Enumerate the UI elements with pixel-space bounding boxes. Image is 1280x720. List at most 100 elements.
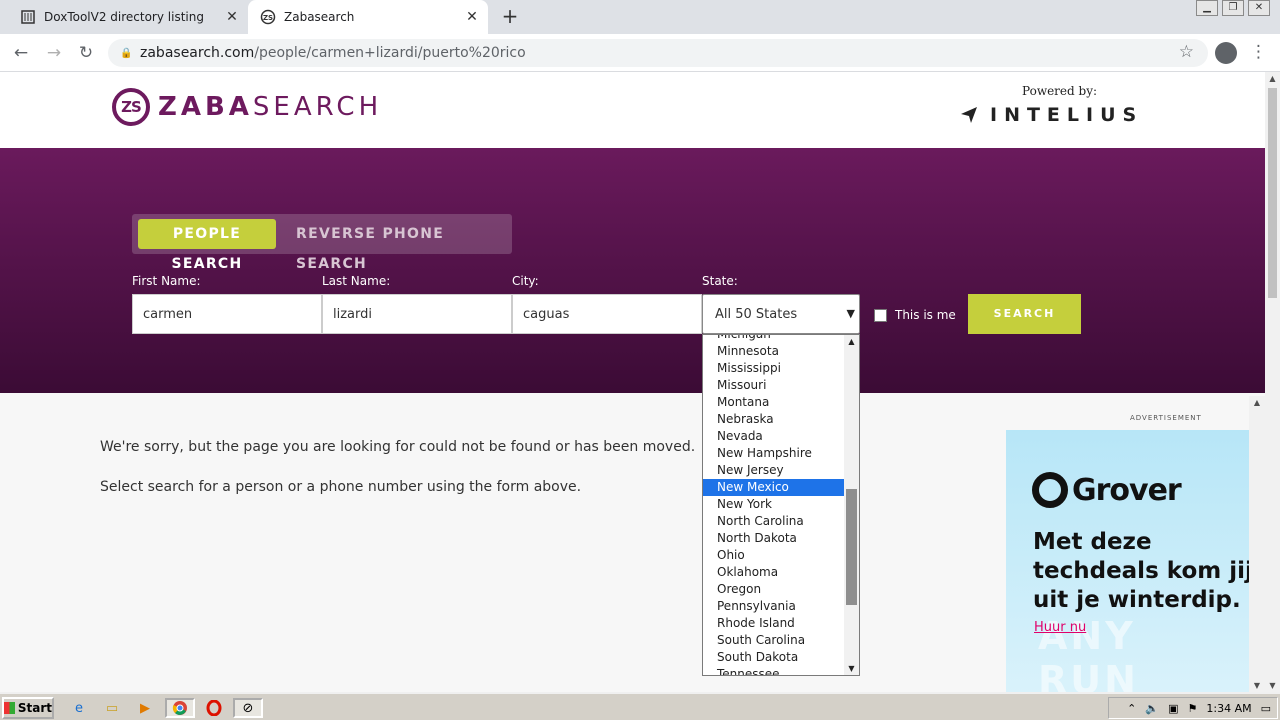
last-name-input[interactable]: [322, 294, 512, 334]
media-player-icon[interactable]: ▶: [134, 698, 156, 718]
state-option[interactable]: Montana: [703, 394, 845, 411]
close-tab-icon[interactable]: ✕: [462, 9, 482, 25]
state-option[interactable]: Michigan: [703, 335, 845, 343]
state-option[interactable]: Mississippi: [703, 360, 845, 377]
tab-strip: DoxToolV2 directory listing ✕ ZS Zabasea…: [0, 0, 1280, 34]
url-path: /people/carmen+lizardi/puerto%20rico: [254, 45, 526, 61]
state-dropdown-list[interactable]: Michigan Minnesota Mississippi Missouri Mont…: [702, 334, 860, 676]
this-is-me-checkbox[interactable]: [874, 308, 887, 322]
scrollbar-thumb[interactable]: [846, 489, 857, 605]
scroll-up-icon[interactable]: ▲: [1265, 74, 1280, 83]
state-option[interactable]: New Mexico: [703, 479, 845, 496]
grover-brand: Grover: [1072, 472, 1182, 508]
state-select[interactable]: All 50 States ▼: [702, 294, 860, 334]
scroll-up-icon[interactable]: ▲: [1249, 398, 1265, 407]
scroll-down-icon[interactable]: ▼: [844, 664, 859, 673]
inner-scrollbar[interactable]: ▲ ▼: [1249, 396, 1265, 692]
volume-icon[interactable]: 🔈: [1145, 702, 1159, 715]
tab-title: Zabasearch: [284, 10, 355, 24]
grover-ad[interactable]: Grover Met deze techdeals kom jij uit je…: [1006, 430, 1249, 692]
powered-by-label: Powered by:: [1022, 84, 1098, 98]
profile-avatar[interactable]: [1215, 42, 1237, 64]
state-option[interactable]: North Dakota: [703, 530, 845, 547]
scrollbar-thumb[interactable]: [1268, 88, 1277, 298]
state-option[interactable]: Oregon: [703, 581, 845, 598]
menu-icon[interactable]: ⋮: [1250, 42, 1267, 62]
chrome-taskbar-icon[interactable]: [165, 698, 195, 718]
city-input[interactable]: [512, 294, 702, 334]
dropdown-scrollbar[interactable]: ▲ ▼: [844, 335, 859, 675]
system-tray: ⌃ 🔈 ▣ ⚑ 1:34 AM ▭: [1108, 697, 1278, 719]
scroll-down-icon[interactable]: ▼: [1265, 681, 1280, 690]
logo-mark: ZS: [112, 88, 150, 126]
scroll-down-icon[interactable]: ▼: [1249, 681, 1265, 690]
logo-wordmark: ZABASEARCH: [158, 92, 383, 122]
state-option[interactable]: Rhode Island: [703, 615, 845, 632]
start-label: Start: [17, 701, 52, 715]
tray-expand-icon[interactable]: ⌃: [1127, 702, 1136, 715]
state-option[interactable]: Nevada: [703, 428, 845, 445]
first-name-input[interactable]: [132, 294, 322, 334]
restore-icon[interactable]: ❐: [1222, 0, 1244, 16]
windows-logo-icon: [4, 702, 15, 714]
state-option[interactable]: Ohio: [703, 547, 845, 564]
not-found-message: We're sorry, but the page you are lookin…: [100, 439, 696, 455]
state-option[interactable]: New York: [703, 496, 845, 513]
tab-title: DoxToolV2 directory listing: [44, 10, 204, 24]
internet-explorer-icon[interactable]: e: [68, 698, 90, 718]
scroll-up-icon[interactable]: ▲: [844, 337, 859, 346]
app-taskbar-icon[interactable]: ⊘: [233, 698, 263, 718]
intelius-icon: [960, 106, 978, 124]
bookmark-star-icon[interactable]: ☆: [1179, 42, 1194, 62]
page-scrollbar[interactable]: ▲ ▼: [1265, 72, 1280, 692]
flag-icon[interactable]: ⚑: [1188, 702, 1198, 715]
close-tab-icon[interactable]: ✕: [222, 9, 242, 25]
tab-reverse-phone-search[interactable]: REVERSE PHONE SEARCH: [296, 219, 512, 272]
state-option[interactable]: Oklahoma: [703, 564, 845, 581]
intelius-wordmark: INTELIUS: [990, 104, 1144, 126]
forward-icon[interactable]: →: [43, 42, 65, 64]
state-option[interactable]: Nebraska: [703, 411, 845, 428]
ad-cta-link[interactable]: Huur nu: [1034, 620, 1086, 635]
intelius-logo[interactable]: INTELIUS: [960, 104, 1143, 126]
lock-icon: 🔒: [120, 47, 133, 59]
tab-doxtool[interactable]: DoxToolV2 directory listing ✕: [8, 0, 248, 34]
close-window-icon[interactable]: ✕: [1248, 0, 1270, 16]
search-hero: PEOPLE SEARCH REVERSE PHONE SEARCH First…: [0, 148, 1265, 393]
svg-text:ZS: ZS: [263, 14, 273, 22]
folder-icon[interactable]: ▭: [101, 698, 123, 718]
show-desktop-icon[interactable]: ▭: [1261, 702, 1271, 715]
chevron-down-icon: ▼: [846, 307, 855, 320]
this-is-me-option[interactable]: This is me: [874, 308, 956, 322]
state-option[interactable]: North Carolina: [703, 513, 845, 530]
state-option[interactable]: New Jersey: [703, 462, 845, 479]
page-content: ZS ZABASEARCH Powered by: INTELIUS PEOPL…: [0, 72, 1265, 692]
state-option[interactable]: Minnesota: [703, 343, 845, 360]
zabasearch-logo[interactable]: ZS ZABASEARCH: [112, 88, 382, 126]
browser-toolbar: ← → ↻ 🔒 zabasearch.com/people/carmen+liz…: [0, 34, 1280, 72]
minimize-icon[interactable]: ▁: [1196, 0, 1218, 16]
ad-headline: Met deze techdeals kom jij uit je winter…: [1033, 529, 1249, 613]
network-icon[interactable]: ▣: [1168, 702, 1178, 715]
site-header: ZS ZABASEARCH Powered by: INTELIUS: [0, 72, 1265, 148]
reload-icon[interactable]: ↻: [75, 42, 97, 64]
state-option[interactable]: New Hampshire: [703, 445, 845, 462]
advertisement-label: ADVERTISEMENT: [1130, 414, 1202, 422]
state-option[interactable]: South Carolina: [703, 632, 845, 649]
tab-zabasearch[interactable]: ZS Zabasearch ✕: [248, 0, 488, 34]
back-icon[interactable]: ←: [10, 42, 32, 64]
state-option[interactable]: Missouri: [703, 377, 845, 394]
search-button[interactable]: SEARCH: [968, 294, 1081, 334]
opera-icon[interactable]: [203, 698, 225, 718]
clock: 1:34 AM: [1206, 701, 1252, 715]
tab-people-search[interactable]: PEOPLE SEARCH: [138, 219, 276, 272]
taskbar: Start e ▭ ▶ ⊘ ⌃ 🔈 ▣ ⚑ 1:34 AM ▭: [0, 692, 1280, 720]
first-name-label: First Name:: [132, 274, 201, 288]
state-option[interactable]: South Dakota: [703, 649, 845, 666]
address-bar[interactable]: 🔒 zabasearch.com/people/carmen+lizardi/p…: [108, 39, 1208, 67]
state-option[interactable]: Pennsylvania: [703, 598, 845, 615]
last-name-label: Last Name:: [322, 274, 391, 288]
state-option[interactable]: Tennessee: [703, 666, 845, 675]
start-button[interactable]: Start: [2, 697, 54, 719]
new-tab-button[interactable]: +: [498, 5, 522, 29]
